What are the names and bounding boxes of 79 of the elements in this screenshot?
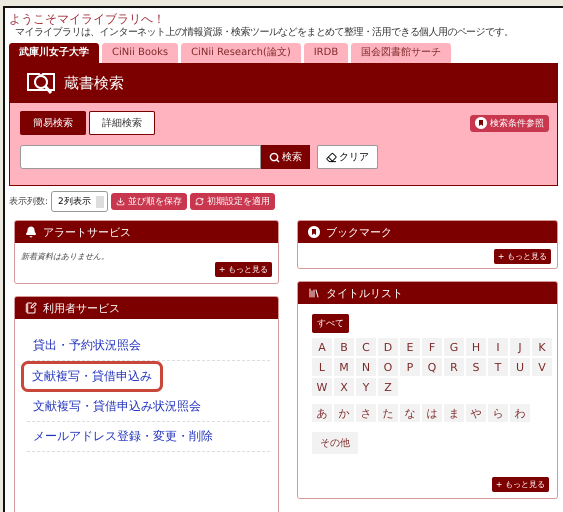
index-button[interactable]: G (444, 338, 464, 356)
index-button[interactable]: P (400, 358, 420, 376)
index-button[interactable]: V (532, 358, 552, 376)
tab[interactable]: 武庫川女子大学 (9, 43, 99, 63)
index-button[interactable]: T (488, 358, 508, 376)
bell-icon (25, 226, 37, 238)
index-button[interactable]: E (400, 338, 420, 356)
index-button[interactable]: わ (510, 404, 530, 422)
index-button[interactable]: K (532, 338, 552, 356)
tab[interactable]: CiNii Books (102, 43, 178, 63)
index-button[interactable]: な (400, 404, 420, 422)
index-button[interactable]: M (334, 358, 354, 376)
save-order-button[interactable]: 並び順を保存 (110, 193, 187, 210)
books-icon (308, 287, 320, 299)
card-title: 利用者サービス (43, 300, 120, 316)
index-button[interactable]: W (312, 378, 332, 396)
tab[interactable]: CiNii Research(論文) (181, 43, 301, 63)
download-icon (116, 197, 125, 206)
index-button[interactable]: か (334, 404, 354, 422)
service-link[interactable]: メールアドレス登録・変更・削除 (27, 422, 270, 452)
index-button[interactable]: ら (488, 404, 508, 422)
search-mode-tab[interactable]: 詳細検索 (89, 111, 155, 135)
reference-button[interactable]: 検索条件参照 (470, 114, 549, 132)
eraser-icon (326, 152, 337, 162)
index-button[interactable]: Q (422, 358, 442, 376)
index-button[interactable]: C (356, 338, 376, 356)
service-link[interactable]: 文献複写・貸借申込み状況照会 (27, 392, 270, 422)
index-button[interactable]: F (422, 338, 442, 356)
search-button[interactable]: 検索 (261, 145, 310, 169)
other-button[interactable]: その他 (312, 432, 358, 454)
index-button[interactable]: N (356, 358, 376, 376)
card-title: アラートサービス (43, 224, 131, 240)
search-mode-tab[interactable]: 簡易検索 (20, 111, 86, 135)
index-button[interactable]: さ (356, 404, 376, 422)
index-button[interactable]: B (334, 338, 354, 356)
index-button[interactable]: U (510, 358, 530, 376)
tab[interactable]: 国会図書館サーチ (351, 43, 452, 63)
search-icon (269, 152, 280, 162)
tab[interactable]: IRDB (304, 43, 348, 63)
search-field[interactable] (20, 145, 261, 169)
all-button[interactable]: すべて (312, 314, 349, 333)
bookmark-icon (308, 226, 320, 238)
service-link[interactable]: 文献複写・貸借申込み (21, 361, 163, 392)
index-button[interactable]: O (378, 358, 398, 376)
columns-label: 表示列数: (9, 196, 48, 208)
service-link[interactable]: 貸出・予約状況照会 (27, 331, 270, 361)
more-button[interactable]: + もっと見る (492, 477, 549, 492)
more-button[interactable]: + もっと見る (214, 262, 272, 277)
index-button[interactable]: Z (378, 378, 398, 396)
index-button[interactable]: L (312, 358, 332, 376)
index-button[interactable]: は (422, 404, 442, 422)
alert-message: 新着資料はありません。 (21, 251, 110, 262)
panel-title: 蔵書検索 (64, 74, 124, 92)
book-search-icon (26, 70, 56, 96)
index-button[interactable]: S (466, 358, 486, 376)
index-button[interactable]: A (312, 338, 332, 356)
index-button[interactable]: Y (356, 378, 376, 396)
more-button[interactable]: + もっと見る (494, 249, 551, 264)
page-description: マイライブラリは、インターネット上の情報資源・検索ツールなどをまとめて整理・活用できる個人用のページです。 (15, 27, 514, 39)
index-button[interactable]: J (510, 338, 530, 356)
index-button[interactable]: R (444, 358, 464, 376)
card-title: タイトルリスト (326, 286, 403, 300)
columns-select[interactable]: 2列表示 (51, 191, 108, 212)
index-button[interactable]: D (378, 338, 398, 356)
clear-button[interactable]: クリア (317, 145, 378, 169)
refresh-icon (194, 197, 204, 206)
caret-icon (96, 196, 104, 208)
page-title: ようこそマイライブラリへ！ (9, 12, 166, 26)
index-button[interactable]: ま (444, 404, 464, 422)
index-button[interactable]: I (488, 338, 508, 356)
index-button[interactable]: X (334, 378, 354, 396)
reset-button[interactable]: 初期設定を適用 (190, 193, 275, 210)
bookmark-icon (475, 117, 487, 129)
card-title: ブックマーク (326, 224, 392, 240)
notebook-icon (25, 302, 37, 314)
index-button[interactable]: た (378, 404, 398, 422)
index-button[interactable]: や (466, 404, 486, 422)
index-button[interactable]: H (466, 338, 486, 356)
index-button[interactable]: あ (312, 404, 332, 422)
